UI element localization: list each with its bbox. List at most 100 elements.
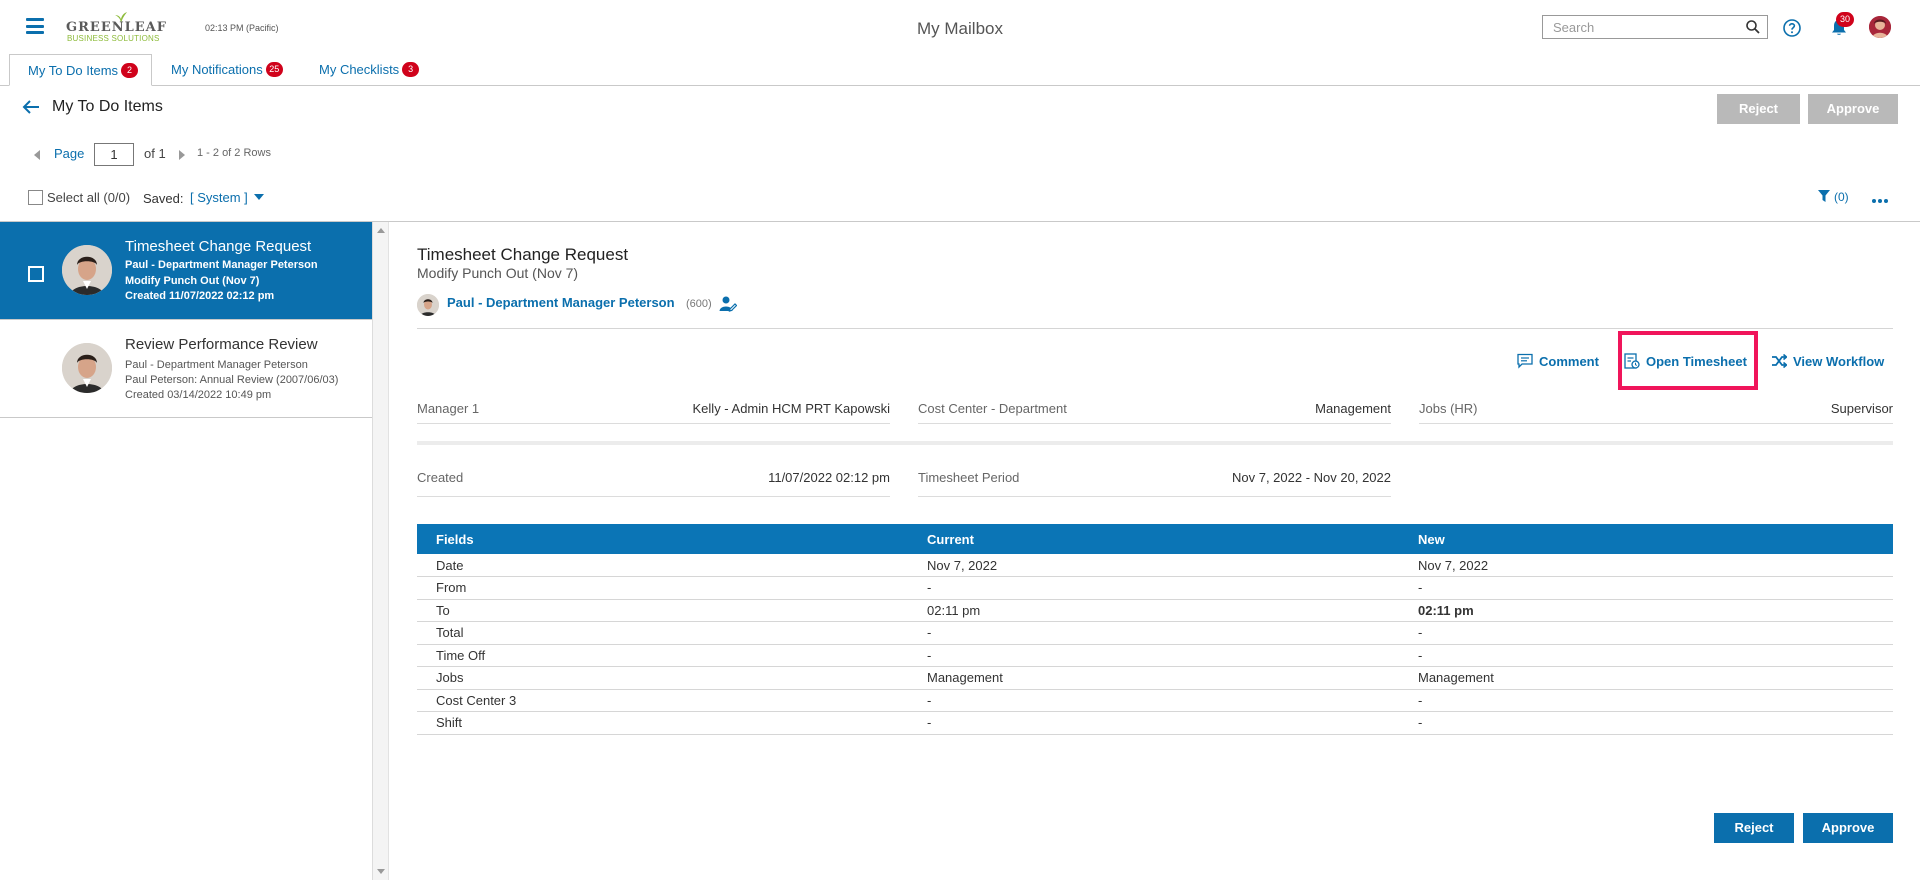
cell-new: - xyxy=(1399,621,1893,645)
avatar xyxy=(62,343,112,393)
more-options-icon[interactable] xyxy=(1872,191,1892,203)
list-item-created: Created 11/07/2022 02:12 pm xyxy=(125,290,275,302)
list-item-person: Paul - Department Manager Peterson xyxy=(125,359,308,371)
table-row: Total - - xyxy=(417,621,1893,645)
detail-title: Timesheet Change Request xyxy=(417,245,629,264)
cell-field: Total xyxy=(417,621,908,645)
previous-page-icon[interactable] xyxy=(34,150,40,160)
cell-field: Jobs xyxy=(417,666,908,690)
cell-current: - xyxy=(908,621,1399,645)
cell-current: 02:11 pm xyxy=(908,599,1399,622)
cell-field: Date xyxy=(417,554,908,577)
list-item[interactable]: Timesheet Change Request Paul - Departme… xyxy=(0,222,372,320)
approve-button-top[interactable]: Approve xyxy=(1808,94,1898,124)
help-icon[interactable] xyxy=(1782,18,1802,38)
list-item[interactable]: Review Performance Review Paul - Departm… xyxy=(0,320,372,418)
avatar xyxy=(417,294,439,316)
view-workflow-button[interactable]: View Workflow xyxy=(1771,353,1884,369)
person-settings-icon[interactable] xyxy=(719,295,737,313)
filter-button[interactable]: (0) xyxy=(1818,190,1849,204)
detail-subtitle: Modify Punch Out (Nov 7) xyxy=(417,265,579,281)
tab-my-checklists[interactable]: My Checklists 3 xyxy=(319,54,420,86)
search-box[interactable] xyxy=(1542,15,1768,39)
divider xyxy=(918,496,1391,497)
comment-icon xyxy=(1517,353,1533,369)
table-row: Cost Center 3 - - xyxy=(417,689,1893,712)
tab-my-notifications[interactable]: My Notifications 25 xyxy=(171,54,283,86)
tab-badge: 25 xyxy=(265,62,283,77)
person-avatar-icon xyxy=(62,343,112,393)
manager-label: Manager 1 xyxy=(417,401,480,416)
section-title: My To Do Items xyxy=(52,98,163,115)
saved-label: Saved: xyxy=(143,191,184,206)
rows-count-label: 1 - 2 of 2 Rows xyxy=(197,147,271,159)
column-header-fields: Fields xyxy=(417,524,908,554)
open-timesheet-button[interactable]: Open Timesheet xyxy=(1624,353,1747,369)
search-input[interactable] xyxy=(1543,16,1733,38)
list-item-checkbox[interactable] xyxy=(28,266,44,282)
search-icon[interactable] xyxy=(1745,19,1761,35)
page-label: Page xyxy=(54,146,85,161)
approve-button[interactable]: Approve xyxy=(1803,813,1893,843)
cell-new: Management xyxy=(1399,666,1893,690)
notification-count-badge: 30 xyxy=(1836,12,1854,27)
back-arrow-icon[interactable] xyxy=(22,99,40,115)
scrollbar[interactable] xyxy=(373,222,389,880)
cell-field: Time Off xyxy=(417,644,908,667)
list-item-description: Paul Peterson: Annual Review (2007/06/03… xyxy=(125,374,339,386)
column-header-current: Current xyxy=(908,524,1399,554)
cell-current: - xyxy=(908,711,1399,735)
next-page-icon[interactable] xyxy=(179,150,185,160)
comment-button[interactable]: Comment xyxy=(1517,353,1599,369)
page-count-label: of 1 xyxy=(144,146,166,161)
saved-view-value: [ System ] xyxy=(190,190,248,205)
saved-view-dropdown[interactable]: [ System ] xyxy=(190,190,264,205)
user-avatar[interactable] xyxy=(1869,16,1891,38)
scroll-up-icon[interactable] xyxy=(377,228,385,233)
select-all-checkbox[interactable] xyxy=(28,190,43,205)
filter-icon xyxy=(1818,190,1830,202)
tab-label: My Checklists xyxy=(319,62,400,77)
table-header-row: Fields Current New xyxy=(417,524,1893,554)
created-label: Created xyxy=(417,470,464,485)
top-bar: GREENLEAF BUSINESS SOLUTIONS 02:13 PM (P… xyxy=(0,0,1920,54)
cost-center-label: Cost Center - Department xyxy=(918,401,1067,416)
page-number-input[interactable] xyxy=(94,143,134,166)
table-row: From - - xyxy=(417,576,1893,600)
scroll-down-icon[interactable] xyxy=(377,869,385,874)
divider xyxy=(1419,423,1893,424)
person-avatar-icon xyxy=(62,245,112,295)
select-all[interactable]: Select all (0/0) xyxy=(28,190,130,208)
list-item-description: Modify Punch Out (Nov 7) xyxy=(125,275,260,287)
cell-new: - xyxy=(1399,644,1893,667)
filter-count: (0) xyxy=(1834,190,1849,204)
divider xyxy=(417,423,890,424)
avatar xyxy=(62,245,112,295)
to-do-list: Timesheet Change Request Paul - Departme… xyxy=(0,222,373,880)
divider xyxy=(417,441,1893,445)
cell-new: 02:11 pm xyxy=(1399,599,1893,622)
tab-badge: 2 xyxy=(121,63,139,78)
tab-badge: 3 xyxy=(402,62,420,77)
workflow-icon xyxy=(1772,353,1788,369)
timesheet-icon xyxy=(1624,353,1640,369)
divider xyxy=(417,328,1893,329)
table-row: Date Nov 7, 2022 Nov 7, 2022 xyxy=(417,554,1893,577)
open-timesheet-label: Open Timesheet xyxy=(1646,354,1747,369)
cell-current: Nov 7, 2022 xyxy=(908,554,1399,577)
cost-center-value: Management xyxy=(1315,401,1391,416)
reject-button[interactable]: Reject xyxy=(1714,813,1794,843)
table-row: Time Off - - xyxy=(417,644,1893,667)
detail-person-link[interactable]: Paul - Department Manager Peterson xyxy=(447,295,675,310)
table-row: Shift - - xyxy=(417,711,1893,735)
person-avatar-icon xyxy=(417,294,439,316)
chevron-down-icon xyxy=(253,194,264,200)
cell-current: Management xyxy=(908,666,1399,690)
tab-label: My Notifications xyxy=(171,62,263,77)
timesheet-period-label: Timesheet Period xyxy=(918,470,1020,485)
list-item-person: Paul - Department Manager Peterson xyxy=(125,259,318,271)
reject-button-top[interactable]: Reject xyxy=(1717,94,1800,124)
tab-my-to-do-items[interactable]: My To Do Items 2 xyxy=(9,54,152,86)
table-row: To 02:11 pm 02:11 pm xyxy=(417,599,1893,622)
list-item-created: Created 03/14/2022 10:49 pm xyxy=(125,389,272,401)
